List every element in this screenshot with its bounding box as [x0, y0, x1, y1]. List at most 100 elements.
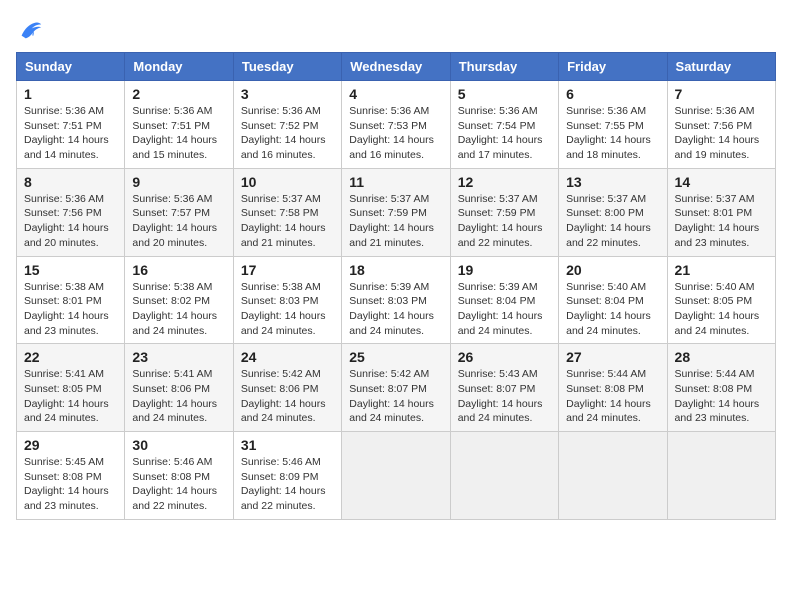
sunrise-text: Sunrise: 5:36 AM [675, 104, 768, 119]
day-number: 7 [675, 86, 768, 102]
calendar-cell: 10 Sunrise: 5:37 AM Sunset: 7:58 PM Dayl… [233, 168, 341, 256]
daylight-text: Daylight: 14 hours and 20 minutes. [132, 221, 225, 250]
calendar-cell: 5 Sunrise: 5:36 AM Sunset: 7:54 PM Dayli… [450, 81, 558, 169]
calendar-header-saturday: Saturday [667, 53, 775, 81]
calendar-cell: 3 Sunrise: 5:36 AM Sunset: 7:52 PM Dayli… [233, 81, 341, 169]
calendar-cell: 8 Sunrise: 5:36 AM Sunset: 7:56 PM Dayli… [17, 168, 125, 256]
day-info: Sunrise: 5:43 AM Sunset: 8:07 PM Dayligh… [458, 367, 551, 426]
calendar-cell: 4 Sunrise: 5:36 AM Sunset: 7:53 PM Dayli… [342, 81, 450, 169]
day-info: Sunrise: 5:36 AM Sunset: 7:51 PM Dayligh… [24, 104, 117, 163]
sunset-text: Sunset: 7:51 PM [132, 119, 225, 134]
calendar-header-friday: Friday [559, 53, 667, 81]
sunset-text: Sunset: 8:07 PM [458, 382, 551, 397]
day-info: Sunrise: 5:38 AM Sunset: 8:02 PM Dayligh… [132, 280, 225, 339]
daylight-text: Daylight: 14 hours and 22 minutes. [458, 221, 551, 250]
sunset-text: Sunset: 8:06 PM [241, 382, 334, 397]
sunrise-text: Sunrise: 5:36 AM [241, 104, 334, 119]
sunset-text: Sunset: 7:59 PM [349, 206, 442, 221]
sunrise-text: Sunrise: 5:38 AM [241, 280, 334, 295]
calendar-cell [667, 432, 775, 520]
sunset-text: Sunset: 8:01 PM [675, 206, 768, 221]
calendar-week-row: 29 Sunrise: 5:45 AM Sunset: 8:08 PM Dayl… [17, 432, 776, 520]
day-info: Sunrise: 5:37 AM Sunset: 7:59 PM Dayligh… [458, 192, 551, 251]
daylight-text: Daylight: 14 hours and 24 minutes. [132, 397, 225, 426]
daylight-text: Daylight: 14 hours and 16 minutes. [241, 133, 334, 162]
calendar-week-row: 1 Sunrise: 5:36 AM Sunset: 7:51 PM Dayli… [17, 81, 776, 169]
day-info: Sunrise: 5:42 AM Sunset: 8:06 PM Dayligh… [241, 367, 334, 426]
day-number: 14 [675, 174, 768, 190]
calendar-cell: 12 Sunrise: 5:37 AM Sunset: 7:59 PM Dayl… [450, 168, 558, 256]
sunset-text: Sunset: 7:52 PM [241, 119, 334, 134]
day-number: 16 [132, 262, 225, 278]
daylight-text: Daylight: 14 hours and 23 minutes. [24, 309, 117, 338]
day-number: 3 [241, 86, 334, 102]
day-number: 4 [349, 86, 442, 102]
sunset-text: Sunset: 8:05 PM [24, 382, 117, 397]
sunset-text: Sunset: 7:51 PM [24, 119, 117, 134]
sunset-text: Sunset: 7:53 PM [349, 119, 442, 134]
daylight-text: Daylight: 14 hours and 17 minutes. [458, 133, 551, 162]
calendar-cell: 18 Sunrise: 5:39 AM Sunset: 8:03 PM Dayl… [342, 256, 450, 344]
sunrise-text: Sunrise: 5:36 AM [566, 104, 659, 119]
day-info: Sunrise: 5:37 AM Sunset: 8:00 PM Dayligh… [566, 192, 659, 251]
sunset-text: Sunset: 7:56 PM [24, 206, 117, 221]
calendar-body: 1 Sunrise: 5:36 AM Sunset: 7:51 PM Dayli… [17, 81, 776, 520]
sunset-text: Sunset: 8:03 PM [349, 294, 442, 309]
sunrise-text: Sunrise: 5:42 AM [349, 367, 442, 382]
day-info: Sunrise: 5:37 AM Sunset: 8:01 PM Dayligh… [675, 192, 768, 251]
calendar-cell: 28 Sunrise: 5:44 AM Sunset: 8:08 PM Dayl… [667, 344, 775, 432]
calendar-header-tuesday: Tuesday [233, 53, 341, 81]
day-info: Sunrise: 5:36 AM Sunset: 7:56 PM Dayligh… [24, 192, 117, 251]
sunrise-text: Sunrise: 5:37 AM [241, 192, 334, 207]
calendar-cell: 20 Sunrise: 5:40 AM Sunset: 8:04 PM Dayl… [559, 256, 667, 344]
day-number: 30 [132, 437, 225, 453]
calendar-cell: 17 Sunrise: 5:38 AM Sunset: 8:03 PM Dayl… [233, 256, 341, 344]
sunrise-text: Sunrise: 5:43 AM [458, 367, 551, 382]
day-info: Sunrise: 5:38 AM Sunset: 8:01 PM Dayligh… [24, 280, 117, 339]
day-info: Sunrise: 5:36 AM Sunset: 7:52 PM Dayligh… [241, 104, 334, 163]
sunrise-text: Sunrise: 5:40 AM [675, 280, 768, 295]
day-number: 31 [241, 437, 334, 453]
day-number: 8 [24, 174, 117, 190]
daylight-text: Daylight: 14 hours and 23 minutes. [24, 484, 117, 513]
day-number: 23 [132, 349, 225, 365]
sunrise-text: Sunrise: 5:41 AM [132, 367, 225, 382]
day-number: 6 [566, 86, 659, 102]
day-number: 17 [241, 262, 334, 278]
calendar-header-monday: Monday [125, 53, 233, 81]
sunrise-text: Sunrise: 5:40 AM [566, 280, 659, 295]
calendar-cell: 26 Sunrise: 5:43 AM Sunset: 8:07 PM Dayl… [450, 344, 558, 432]
sunrise-text: Sunrise: 5:37 AM [458, 192, 551, 207]
day-info: Sunrise: 5:36 AM Sunset: 7:53 PM Dayligh… [349, 104, 442, 163]
day-info: Sunrise: 5:46 AM Sunset: 8:08 PM Dayligh… [132, 455, 225, 514]
daylight-text: Daylight: 14 hours and 14 minutes. [24, 133, 117, 162]
day-info: Sunrise: 5:39 AM Sunset: 8:04 PM Dayligh… [458, 280, 551, 339]
calendar-cell: 24 Sunrise: 5:42 AM Sunset: 8:06 PM Dayl… [233, 344, 341, 432]
calendar-cell: 27 Sunrise: 5:44 AM Sunset: 8:08 PM Dayl… [559, 344, 667, 432]
calendar-cell [450, 432, 558, 520]
day-number: 15 [24, 262, 117, 278]
calendar-header-row: SundayMondayTuesdayWednesdayThursdayFrid… [17, 53, 776, 81]
day-number: 2 [132, 86, 225, 102]
day-info: Sunrise: 5:41 AM Sunset: 8:06 PM Dayligh… [132, 367, 225, 426]
sunset-text: Sunset: 8:06 PM [132, 382, 225, 397]
sunset-text: Sunset: 8:07 PM [349, 382, 442, 397]
sunset-text: Sunset: 8:04 PM [566, 294, 659, 309]
day-number: 10 [241, 174, 334, 190]
sunset-text: Sunset: 8:08 PM [24, 470, 117, 485]
sunrise-text: Sunrise: 5:44 AM [566, 367, 659, 382]
sunrise-text: Sunrise: 5:37 AM [349, 192, 442, 207]
sunset-text: Sunset: 8:08 PM [675, 382, 768, 397]
daylight-text: Daylight: 14 hours and 24 minutes. [675, 309, 768, 338]
logo-icon [16, 16, 44, 44]
calendar-header-thursday: Thursday [450, 53, 558, 81]
calendar-header-wednesday: Wednesday [342, 53, 450, 81]
daylight-text: Daylight: 14 hours and 20 minutes. [24, 221, 117, 250]
day-info: Sunrise: 5:36 AM Sunset: 7:56 PM Dayligh… [675, 104, 768, 163]
calendar-cell: 31 Sunrise: 5:46 AM Sunset: 8:09 PM Dayl… [233, 432, 341, 520]
day-info: Sunrise: 5:44 AM Sunset: 8:08 PM Dayligh… [566, 367, 659, 426]
day-info: Sunrise: 5:36 AM Sunset: 7:57 PM Dayligh… [132, 192, 225, 251]
day-number: 29 [24, 437, 117, 453]
sunrise-text: Sunrise: 5:46 AM [241, 455, 334, 470]
calendar-cell [559, 432, 667, 520]
